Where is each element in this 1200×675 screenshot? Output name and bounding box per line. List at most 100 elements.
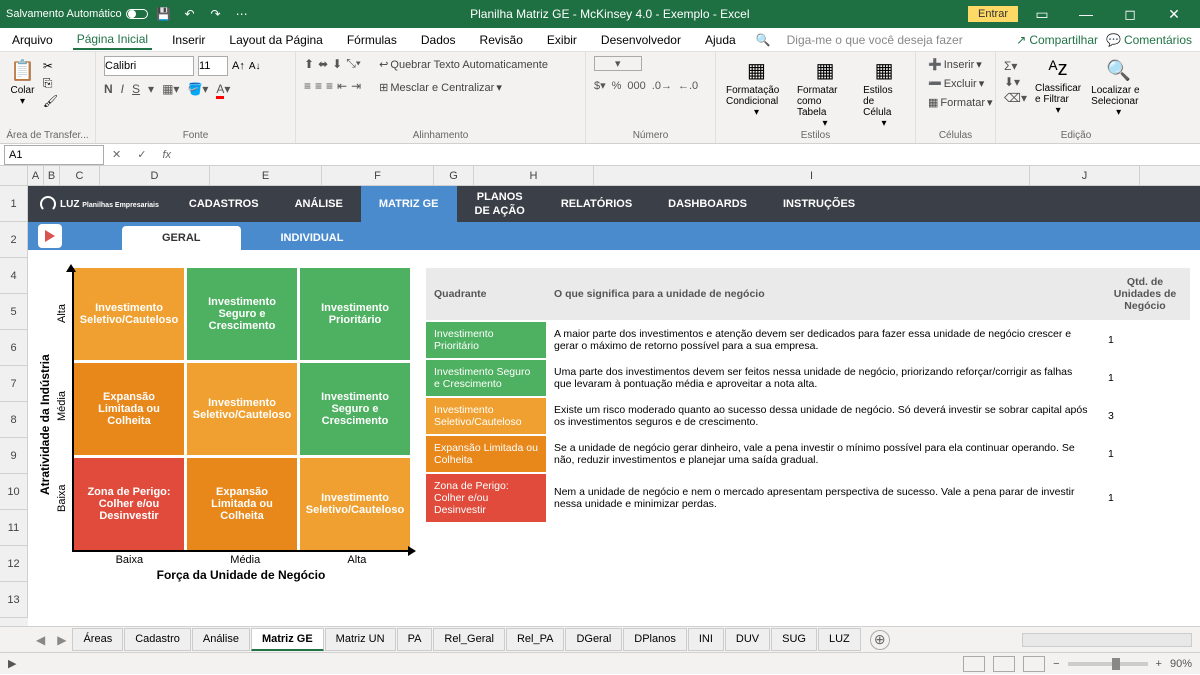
undo-icon[interactable]: ↶ [180,4,200,24]
column-header[interactable]: E [210,166,322,185]
find-select-button[interactable]: 🔍Localizar e Selecionar▾ [1089,56,1148,120]
sheet-tab[interactable]: SUG [771,628,817,651]
sort-filter-button[interactable]: ᴬᴢClassificar e Filtrar▾ [1033,56,1083,118]
nav-relatorios[interactable]: RELATÓRIOS [543,186,650,222]
align-bottom-icon[interactable]: ⬇ [332,57,342,71]
nav-instrucoes[interactable]: INSTRUÇÕES [765,186,873,222]
ribbon-options-icon[interactable]: ▭ [1022,0,1062,28]
paste-button[interactable]: 📋Colar▾ [8,56,37,109]
currency-icon[interactable]: $▾ [594,79,606,92]
underline-button[interactable]: S [132,82,140,96]
menu-arquivo[interactable]: Arquivo [8,31,57,49]
close-button[interactable]: ✕ [1154,0,1194,28]
sheet-tab[interactable]: Cadastro [124,628,191,651]
menu-layout[interactable]: Layout da Página [225,31,326,49]
menu-desenvolvedor[interactable]: Desenvolvedor [597,31,685,49]
sheet-tab[interactable]: Rel_PA [506,628,564,651]
align-right-icon[interactable]: ≡ [326,79,333,93]
tab-nav-prev[interactable]: ◀ [30,633,51,647]
column-header[interactable]: I [594,166,1030,185]
row-header[interactable]: 7 [0,366,28,402]
format-painter-icon[interactable]: 🖌 [43,94,58,108]
qa-icon[interactable]: ⋯ [232,4,252,24]
sheet-tab[interactable]: LUZ [818,628,861,651]
nav-analise[interactable]: ANÁLISE [277,186,361,222]
fx-icon[interactable]: fx [154,149,179,161]
sheet-tab[interactable]: Áreas [72,628,123,651]
menu-pagina-inicial[interactable]: Página Inicial [73,30,152,50]
zoom-in-button[interactable]: + [1156,658,1162,670]
comma-icon[interactable]: 000 [627,80,645,92]
sheet-tab[interactable]: DPlanos [623,628,687,651]
bold-button[interactable]: N [104,82,113,96]
font-color-button[interactable]: A▾ [216,82,230,96]
column-header[interactable]: F [322,166,434,185]
copy-icon[interactable]: ⎘ [43,76,58,91]
row-header[interactable]: 5 [0,294,28,330]
indent-inc-icon[interactable]: ⇥ [351,79,361,93]
cell-styles-button[interactable]: ▦Estilos de Célula▾ [861,56,907,131]
row-header[interactable]: 13 [0,582,28,618]
macro-record-icon[interactable]: ▶ [8,657,16,670]
formula-bar[interactable] [179,145,1200,165]
zoom-out-button[interactable]: − [1053,658,1059,670]
tab-geral[interactable]: GERAL [122,226,241,250]
tell-me-input[interactable]: Diga-me o que você deseja fazer [787,33,963,47]
column-header[interactable]: A [28,166,44,185]
format-table-button[interactable]: ▦Formatar como Tabela▾ [795,56,855,131]
clear-icon[interactable]: ⌫▾ [1004,91,1027,105]
row-header[interactable]: 8 [0,402,28,438]
zoom-slider[interactable] [1068,662,1148,666]
save-icon[interactable]: 💾 [154,4,174,24]
menu-inserir[interactable]: Inserir [168,31,209,49]
row-header[interactable]: 2 [0,222,28,258]
nav-matriz-ge[interactable]: MATRIZ GE [361,186,457,222]
align-center-icon[interactable]: ≡ [315,79,322,93]
normal-view-button[interactable] [963,656,985,672]
row-header[interactable]: 12 [0,546,28,582]
indent-dec-icon[interactable]: ⇤ [337,79,347,93]
page-layout-button[interactable] [993,656,1015,672]
insert-cells-button[interactable]: ➕ Inserir ▾ [924,56,987,73]
share-button[interactable]: ↗ Compartilhar [1016,33,1098,47]
sign-in-button[interactable]: Entrar [968,6,1018,22]
accept-formula-icon[interactable]: ✓ [129,148,154,161]
row-header[interactable]: 10 [0,474,28,510]
nav-cadastros[interactable]: CADASTROS [171,186,277,222]
column-header[interactable]: C [60,166,100,185]
menu-exibir[interactable]: Exibir [543,31,581,49]
italic-button[interactable]: I [121,82,124,96]
maximize-button[interactable]: ◻ [1110,0,1150,28]
zoom-level[interactable]: 90% [1170,658,1192,670]
menu-ajuda[interactable]: Ajuda [701,31,740,49]
nav-planos[interactable]: PLANOSDE AÇÃO [457,186,543,222]
sheet-tab[interactable]: DGeral [565,628,622,651]
redo-icon[interactable]: ↷ [206,4,226,24]
column-header[interactable]: D [100,166,210,185]
align-top-icon[interactable]: ⬆ [304,57,314,71]
fill-icon[interactable]: ⬇▾ [1004,75,1027,89]
format-cells-button[interactable]: ▦ Formatar ▾ [924,94,987,111]
nav-dashboards[interactable]: DASHBOARDS [650,186,765,222]
orientation-icon[interactable]: ⤡▾ [346,56,361,71]
border-button[interactable]: ▦▾ [162,82,179,96]
menu-revisao[interactable]: Revisão [476,31,527,49]
inc-decimal-icon[interactable]: .0→ [652,80,672,92]
dec-decimal-icon[interactable]: ←.0 [678,80,698,92]
sheet-tab[interactable]: Análise [192,628,250,651]
auto-save-toggle[interactable]: Salvamento Automático [6,8,148,20]
tab-individual[interactable]: INDIVIDUAL [241,226,384,250]
horizontal-scrollbar[interactable] [1022,633,1192,647]
wrap-text-button[interactable]: ↩ Quebrar Texto Automaticamente [375,56,552,73]
menu-formulas[interactable]: Fórmulas [343,31,401,49]
conditional-format-button[interactable]: ▦Formatação Condicional▾ [724,56,789,120]
column-header[interactable]: H [474,166,594,185]
cancel-formula-icon[interactable]: ✕ [104,148,129,161]
minimize-button[interactable]: ― [1066,0,1106,28]
autosum-icon[interactable]: Σ▾ [1004,59,1027,73]
comments-button[interactable]: 💬 Comentários [1106,33,1192,47]
page-break-button[interactable] [1023,656,1045,672]
sheet-tab[interactable]: Matriz UN [325,628,396,651]
percent-icon[interactable]: % [612,80,622,92]
play-button[interactable] [38,224,62,248]
